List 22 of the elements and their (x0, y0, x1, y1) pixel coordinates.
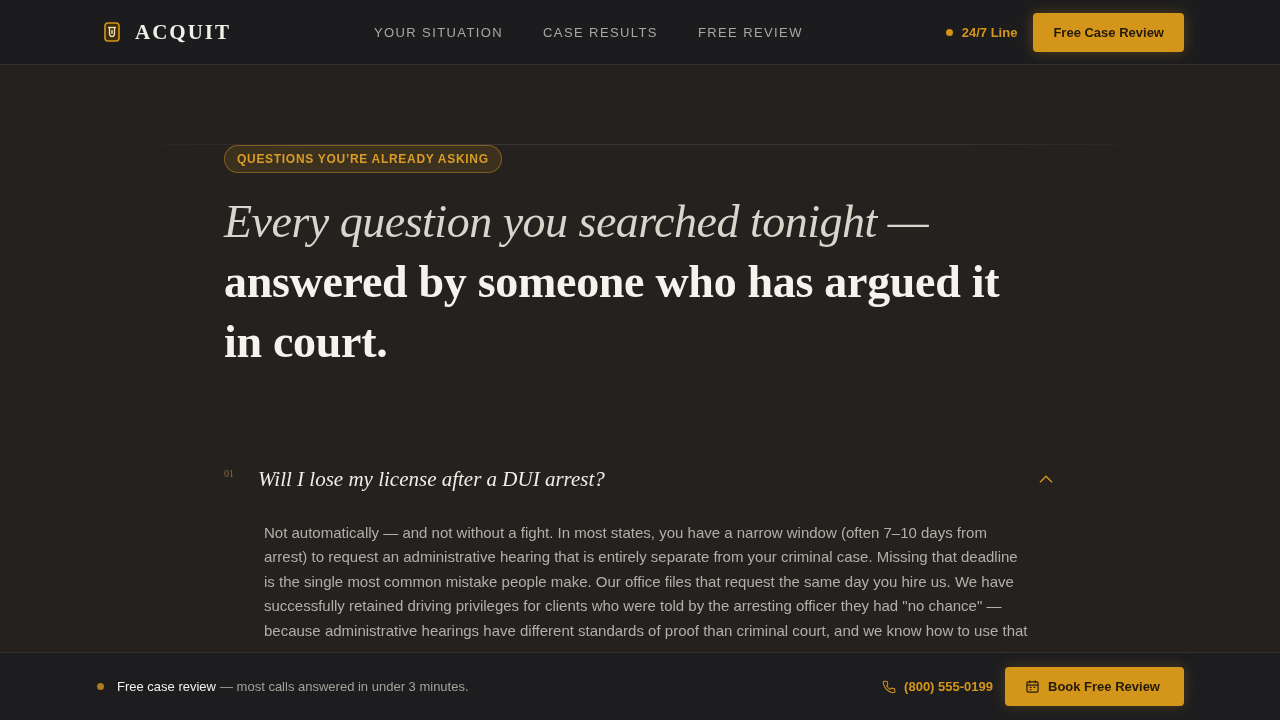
hotline-link[interactable]: 24/7 Line (945, 24, 1018, 40)
chevron-up-icon[interactable] (1039, 475, 1053, 483)
shield-icon (104, 22, 120, 42)
nav-link[interactable]: CASE RESULTS (543, 24, 658, 40)
nav-link[interactable]: YOUR SITUATION (373, 24, 504, 40)
faq-question[interactable]: Will I lose my license after a DUI arrest? (258, 466, 605, 492)
phone-icon (882, 679, 897, 694)
calendar-icon (1026, 680, 1039, 693)
section-badge: QUESTIONS YOU’RE ALREADY ASKING (224, 145, 502, 173)
offer-label: Free case review (117, 679, 216, 694)
nav-link[interactable]: FREE REVIEW (697, 24, 803, 40)
headline: answered by someone who has argued it in court. (224, 255, 1001, 369)
brand-name: ACQUIT (135, 19, 231, 45)
status-dot-icon (945, 28, 953, 36)
free-case-review-button[interactable]: Free Case Review (1033, 12, 1184, 52)
faq-answer: Not automatically — and not without a fight. In most states, you have a narrow window (often 7–10 days from arrest) to request an administrative hearing that is entirely separate from your criminal case. Missing that deadline is the single most common mistake people make. Our office files that request the same day you hire us. We have successfully retained driving privileges for clients who were told by the arresting officer they had "no chance" — because administrative hearings have different standards of proof than criminal court, and we know how to use that (264, 523, 1029, 641)
book-free-review-button[interactable]: Book Free Review (1005, 667, 1184, 706)
status-dot-icon (97, 683, 104, 690)
phone-link[interactable]: (800) 555-0199 (882, 679, 993, 694)
offer-note: — most calls answered in under 3 minutes. (220, 679, 469, 694)
headline-lead: Every question you searched tonight — (224, 195, 930, 249)
question-number: 01 (224, 468, 235, 479)
